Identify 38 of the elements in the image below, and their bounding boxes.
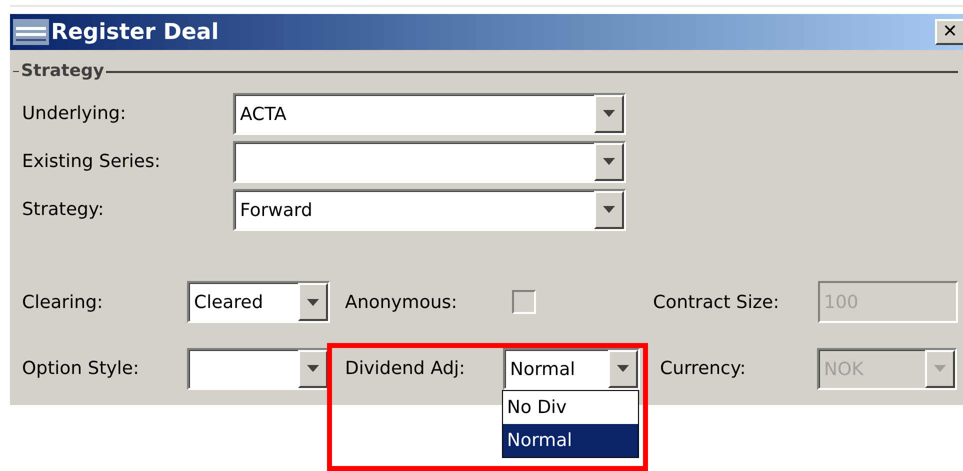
field-value: Cleared [194, 291, 264, 315]
group-label: Strategy [20, 60, 106, 83]
field-label: Clearing: [22, 290, 104, 314]
dropdown-option[interactable]: No Div [503, 390, 638, 424]
caret-icon [934, 365, 946, 372]
field-label: Underlying: [22, 102, 128, 126]
combo-box[interactable]: Forward [233, 188, 626, 230]
combo-box[interactable] [187, 348, 330, 390]
field-label: Currency: [660, 357, 747, 381]
checkbox[interactable] [512, 290, 536, 314]
field-label: Anonymous: [345, 290, 458, 314]
app-logo-icon [13, 19, 49, 45]
caret-icon [603, 110, 615, 117]
caret-icon [603, 158, 615, 165]
combo-box[interactable]: Cleared [187, 281, 330, 323]
dropdown-option[interactable]: Normal [503, 424, 638, 456]
field-label: Strategy: [22, 198, 105, 222]
field-label: Existing Series: [22, 150, 162, 174]
dropdown-button[interactable] [608, 350, 638, 388]
dropdown-button[interactable] [594, 94, 624, 132]
field-label: Dividend Adj: [345, 357, 466, 381]
dropdown-button[interactable] [298, 350, 328, 388]
window-title: Register Deal [51, 18, 219, 46]
field-value: Normal [510, 358, 576, 382]
caret-icon [307, 365, 319, 372]
caret-icon [617, 365, 629, 372]
field-label: Contract Size: [653, 290, 780, 314]
field-value: Forward [240, 198, 312, 222]
combo-box[interactable]: ACTA [233, 92, 626, 134]
field-label: Option Style: [22, 357, 140, 381]
combo-box[interactable] [233, 140, 626, 182]
caret-icon [307, 298, 319, 306]
dropdown-button[interactable] [594, 190, 624, 228]
dropdown-button[interactable] [594, 142, 624, 180]
dropdown-button[interactable] [298, 283, 328, 321]
close-button[interactable]: ✕ [935, 19, 963, 45]
caret-icon [603, 206, 615, 213]
field-value: ACTA [240, 102, 286, 126]
